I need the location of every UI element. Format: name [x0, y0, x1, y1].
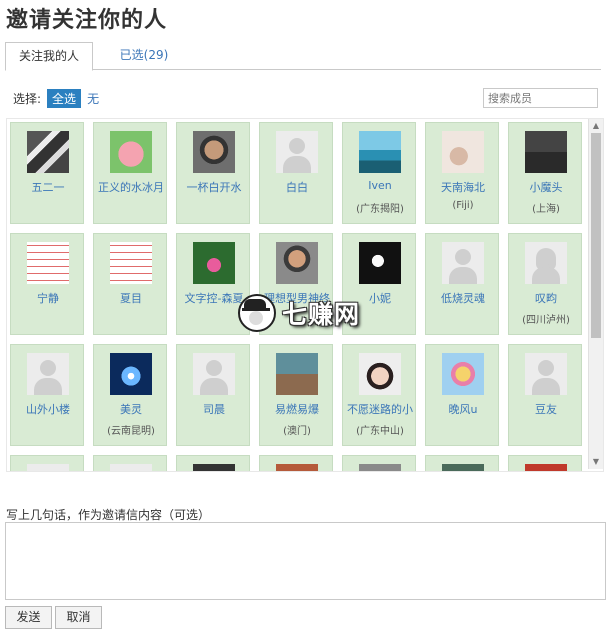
- text-card-photo-icon: [27, 242, 69, 284]
- member-card[interactable]: 白白: [259, 122, 333, 224]
- avatar-icon: [276, 464, 318, 471]
- member-card[interactable]: 一杯白开水: [176, 122, 250, 224]
- select-none-link[interactable]: 无: [87, 90, 99, 107]
- member-name: 美灵: [120, 403, 142, 416]
- member-card[interactable]: 天南海北 (Fiji): [425, 122, 499, 224]
- avatar-icon: [27, 464, 69, 471]
- watermark: 七赚网: [238, 294, 360, 332]
- member-name: 宁静: [37, 292, 59, 305]
- white-flower-photo-icon: [359, 242, 401, 284]
- member-location: (Fiji): [452, 200, 474, 211]
- member-card[interactable]: 夏目: [93, 233, 167, 335]
- member-card[interactable]: 晚风u: [425, 344, 499, 446]
- member-card[interactable]: 山外小楼: [10, 344, 84, 446]
- text-card-photo-icon: [110, 242, 152, 284]
- member-location: (云南昆明): [107, 426, 155, 437]
- group-photo-icon: [276, 353, 318, 395]
- member-card[interactable]: [508, 455, 582, 471]
- member-name: 低烧灵魂: [441, 292, 485, 305]
- member-name: 豆友: [535, 403, 557, 416]
- member-name: 小魔头: [529, 181, 563, 194]
- avatar-icon: [193, 464, 235, 471]
- man-sunglasses-photo-icon: [193, 131, 235, 173]
- sign-photo-icon: [525, 131, 567, 173]
- member-card[interactable]: 不愿迷路的小 (广东中山): [342, 344, 416, 446]
- member-card[interactable]: 正义的水冰月: [93, 122, 167, 224]
- scroll-down-icon[interactable]: ▼: [589, 455, 603, 469]
- default-avatar-icon: [525, 353, 567, 395]
- qr-photo-icon: [27, 131, 69, 173]
- avatar-icon: [359, 464, 401, 471]
- girl-photo-icon: [359, 353, 401, 395]
- lotus-photo-icon: [193, 242, 235, 284]
- member-card[interactable]: [342, 455, 416, 471]
- member-location: (广东揭阳): [356, 204, 404, 215]
- invitation-message-field[interactable]: [5, 522, 606, 600]
- avatar-icon: [442, 464, 484, 471]
- member-card[interactable]: 豆友: [508, 344, 582, 446]
- member-name: 易燃易爆: [275, 403, 319, 416]
- default-avatar-icon: [27, 353, 69, 395]
- sketch-photo-icon: [442, 131, 484, 173]
- member-location: (四川泸州): [522, 315, 570, 326]
- member-list-scrollbar[interactable]: ▲ ▼: [588, 119, 603, 469]
- cancel-button[interactable]: 取消: [55, 606, 102, 629]
- member-card[interactable]: [176, 455, 250, 471]
- member-name: 天南海北: [441, 181, 485, 194]
- member-name: 叹畇: [535, 292, 557, 305]
- member-card[interactable]: 叹畇 (四川泸州): [508, 233, 582, 335]
- member-card[interactable]: [259, 455, 333, 471]
- member-name: 不愿迷路的小: [347, 403, 413, 416]
- default-avatar-icon: [442, 242, 484, 284]
- member-card[interactable]: 小魔头 (上海): [508, 122, 582, 224]
- page-title: 邀请关注你的人: [6, 8, 168, 33]
- watermark-text: 七赚网: [282, 300, 361, 329]
- member-name: 司晨: [203, 403, 225, 416]
- member-name: 一杯白开水: [186, 181, 242, 194]
- member-name: 夏目: [120, 292, 142, 305]
- scroll-thumb[interactable]: [591, 133, 601, 338]
- member-card[interactable]: [425, 455, 499, 471]
- avatar-icon: [110, 464, 152, 471]
- member-card[interactable]: 低烧灵魂: [425, 233, 499, 335]
- space-light-photo-icon: [110, 353, 152, 395]
- member-name: 白白: [286, 181, 308, 194]
- tab-followers[interactable]: 关注我的人: [5, 42, 93, 71]
- default-avatar-icon: [276, 131, 318, 173]
- man-photo-icon: [276, 242, 318, 284]
- selection-label: 选择:: [13, 91, 42, 106]
- member-card[interactable]: 易燃易爆 (澳门): [259, 344, 333, 446]
- member-location: (澳门): [283, 426, 311, 437]
- member-card[interactable]: 美灵 (云南昆明): [93, 344, 167, 446]
- member-name: 山外小楼: [26, 403, 70, 416]
- member-name: 五二一: [31, 181, 65, 194]
- member-name: Iven: [368, 179, 392, 192]
- select-all-button[interactable]: 全选: [47, 88, 82, 108]
- member-card[interactable]: [10, 455, 84, 471]
- default-avatar-icon: [193, 353, 235, 395]
- member-card[interactable]: [93, 455, 167, 471]
- sea-photo-icon: [359, 131, 401, 173]
- avatar-icon: [525, 464, 567, 471]
- member-card[interactable]: 司晨: [176, 344, 250, 446]
- member-name: 正义的水冰月: [98, 181, 164, 194]
- member-card[interactable]: 宁静: [10, 233, 84, 335]
- selection-controls: 选择: 全选 无: [13, 88, 99, 108]
- member-name: 晚风u: [448, 403, 478, 416]
- tab-selected[interactable]: 已选(29): [109, 42, 179, 68]
- scroll-up-icon[interactable]: ▲: [589, 119, 603, 133]
- message-label: 写上几句话，作为邀请信内容（可选）: [6, 508, 211, 522]
- watermark-logo-icon: [238, 294, 276, 332]
- member-search-input[interactable]: [483, 88, 598, 108]
- send-button[interactable]: 发送: [5, 606, 52, 629]
- member-location: (广东中山): [356, 426, 404, 437]
- member-card[interactable]: Iven (广东揭阳): [342, 122, 416, 224]
- tab-bar: 关注我的人 已选(29): [5, 42, 601, 71]
- default-female-avatar-icon: [525, 242, 567, 284]
- member-location: (上海): [532, 204, 560, 215]
- member-card[interactable]: 五二一: [10, 122, 84, 224]
- cartoon-pig-icon: [110, 131, 152, 173]
- anime-photo-icon: [442, 353, 484, 395]
